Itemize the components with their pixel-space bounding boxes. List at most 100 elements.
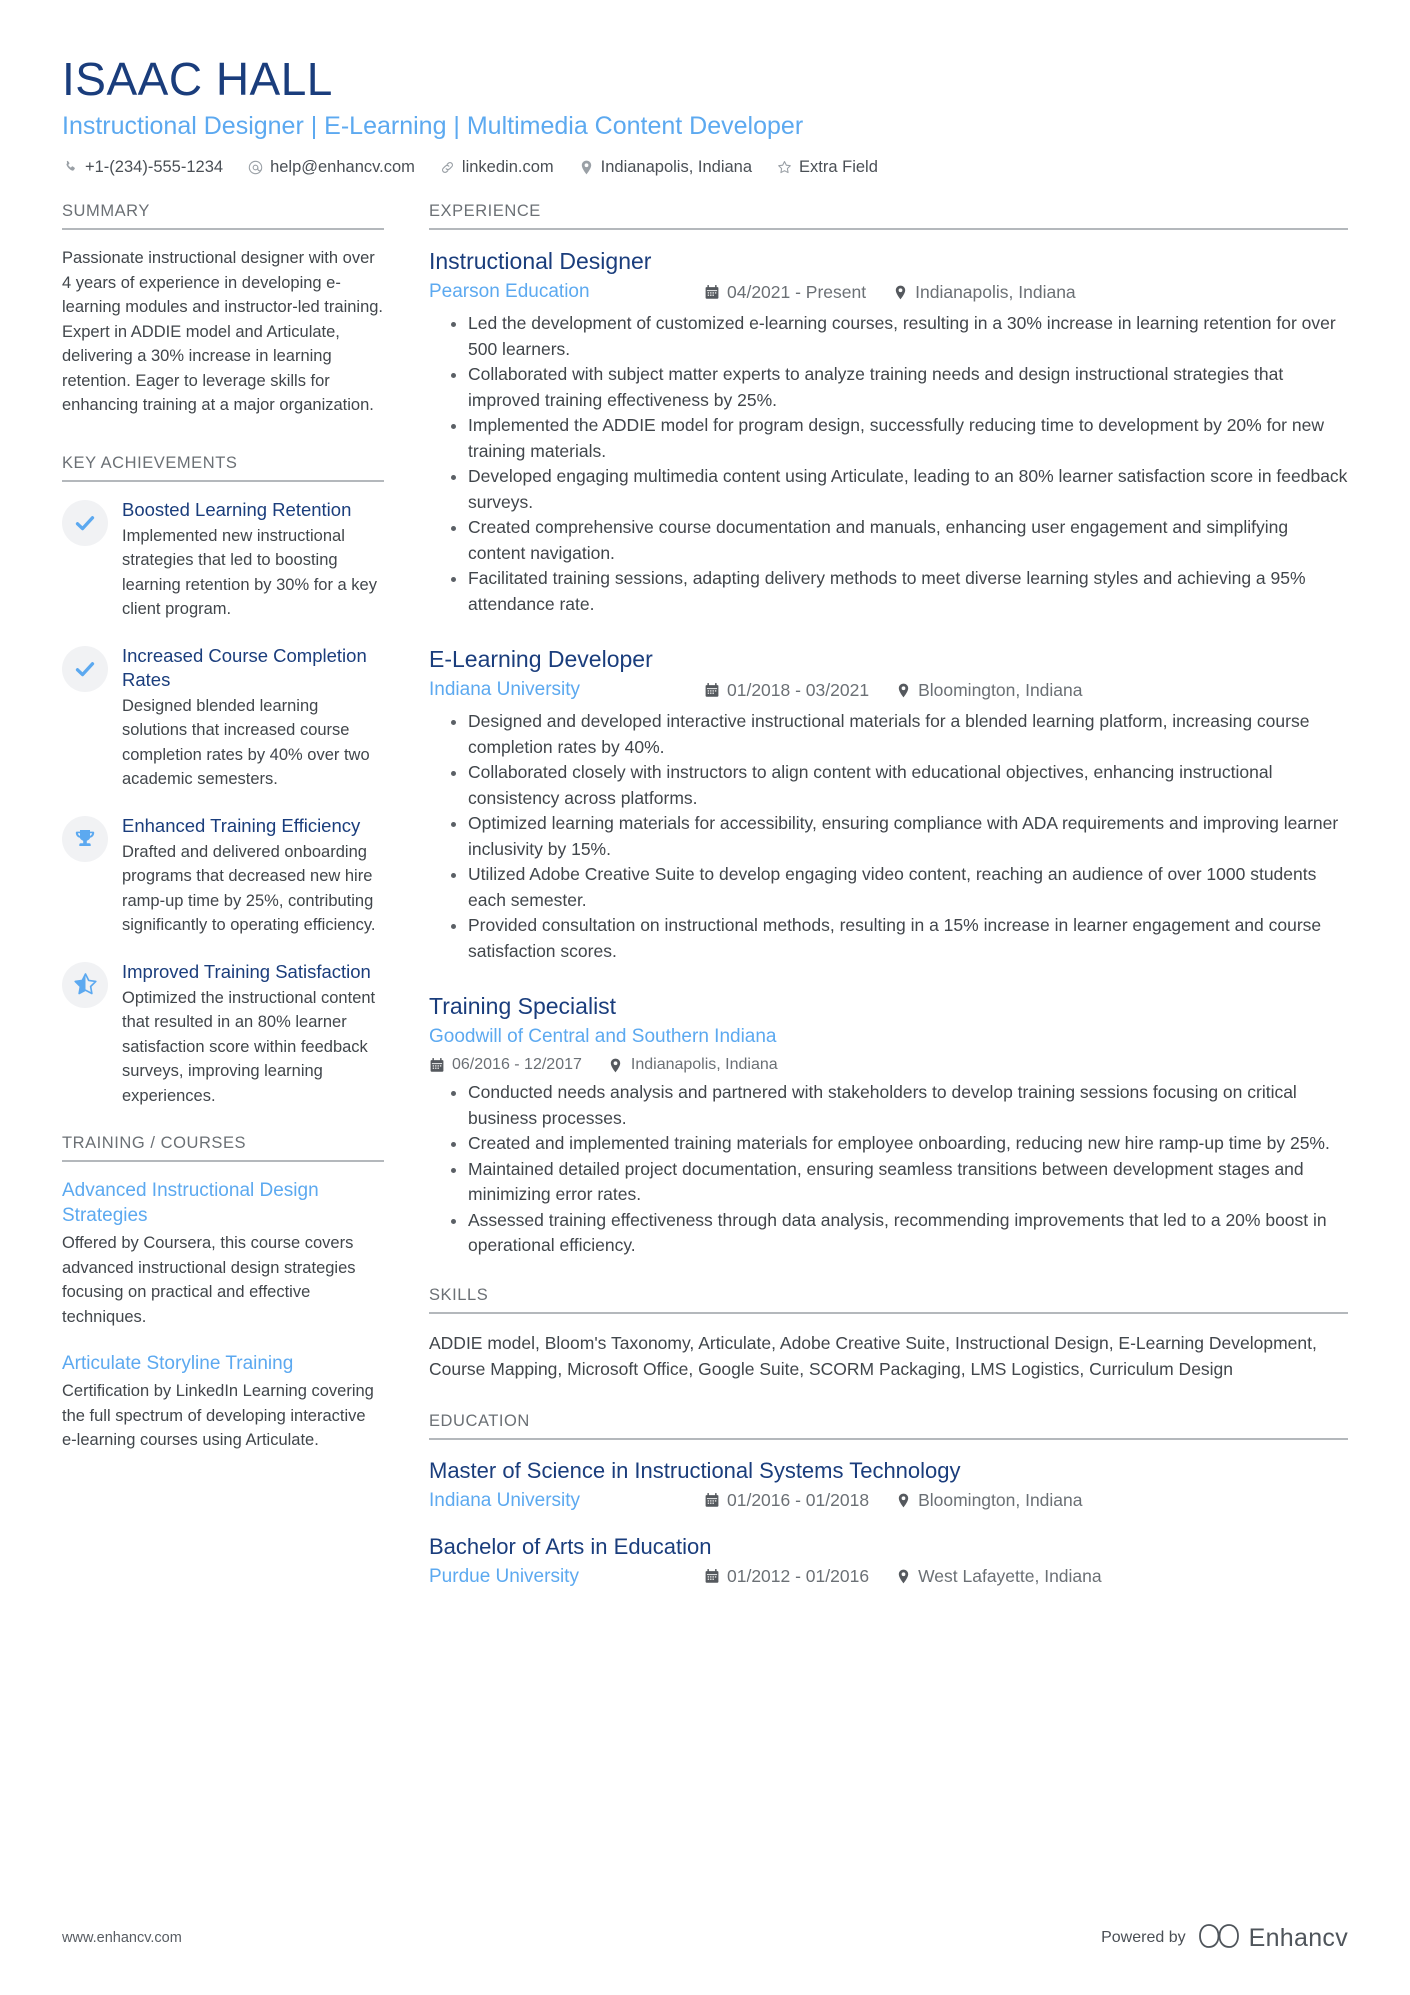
footer-site-url[interactable]: www.enhancv.com bbox=[62, 1930, 182, 1946]
contact-item-link[interactable]: linkedin.com bbox=[439, 156, 554, 178]
contact-item-star[interactable]: Extra Field bbox=[776, 156, 878, 178]
location-chip: Bloomington, Indiana bbox=[895, 678, 1083, 703]
achievement-description: Designed blended learning solutions that… bbox=[122, 696, 370, 789]
achievement-title: Improved Training Satisfaction bbox=[122, 960, 371, 982]
email-icon bbox=[247, 159, 264, 176]
location-chip: Bloomington, Indiana bbox=[895, 1488, 1083, 1513]
experience-item: E-Learning Developer Indiana University 01… bbox=[429, 644, 1348, 964]
achievement-description: Optimized the instructional content that… bbox=[122, 988, 376, 1105]
contact-item-phone[interactable]: +1-(234)-555-1234 bbox=[62, 156, 223, 178]
job-bullet: Utilized Adobe Creative Suite to develop… bbox=[451, 862, 1348, 913]
link-icon bbox=[439, 159, 456, 176]
job-company: Pearson Education bbox=[429, 281, 590, 302]
job-bullet: Provided consultation on instructional m… bbox=[451, 913, 1348, 964]
location-pin-icon bbox=[892, 284, 908, 301]
education-item: Bachelor of Arts in Education Purdue Univ… bbox=[429, 1532, 1348, 1590]
date-range-chip: 01/2012 - 01/2016 bbox=[704, 1564, 869, 1589]
contact-row: +1-(234)-555-1234 help@enhancv.com linkedi… bbox=[62, 156, 1348, 178]
training-description: Offered by Coursera, this course covers … bbox=[62, 1234, 356, 1326]
resume-columns: SUMMARY Passionate instructional designe… bbox=[62, 202, 1348, 1608]
check-icon bbox=[62, 499, 108, 546]
section-title-key-achievements: KEY ACHIEVEMENTS bbox=[62, 454, 384, 482]
job-bullet: Facilitated training sessions, adapting … bbox=[451, 566, 1348, 617]
achievement-title: Enhanced Training Efficiency bbox=[122, 814, 361, 836]
achievement-body: Increased Course Completion Rates Designe… bbox=[122, 644, 384, 792]
education-degree: Master of Science in Instructional Syste… bbox=[429, 1457, 961, 1483]
contact-text: Extra Field bbox=[799, 158, 878, 176]
achievement-item: Enhanced Training Efficiency Drafted and … bbox=[62, 814, 384, 938]
calendar-icon bbox=[704, 682, 720, 699]
location-pin-icon bbox=[578, 159, 595, 176]
achievement-description: Implemented new instructional strategies… bbox=[122, 526, 377, 619]
achievement-item: Increased Course Completion Rates Designe… bbox=[62, 644, 384, 792]
job-meta-row: 06/2016 - 12/2017 Indianapolis, Indiana bbox=[429, 1056, 1348, 1074]
sidebar-column: SUMMARY Passionate instructional designe… bbox=[62, 202, 384, 1475]
job-bullet: Maintained detailed project documentatio… bbox=[451, 1157, 1348, 1208]
location-text: Indianapolis, Indiana bbox=[630, 1056, 778, 1073]
contact-text: help@enhancv.com bbox=[270, 158, 415, 176]
job-bullet-list: Led the development of customized e-lear… bbox=[429, 311, 1348, 617]
contact-text: +1-(234)-555-1234 bbox=[85, 158, 224, 176]
candidate-headline: Instructional Designer | E-Learning | Mu… bbox=[62, 112, 804, 140]
star-icon bbox=[776, 159, 793, 176]
date-range-chip: 01/2016 - 01/2018 bbox=[704, 1488, 869, 1513]
section-skills: SKILLS ADDIE model, Bloom's Taxonomy, Ar… bbox=[429, 1286, 1348, 1382]
achievement-body: Boosted Learning Retention Implemented ne… bbox=[122, 498, 384, 622]
job-bullet: Designed and developed interactive instr… bbox=[451, 709, 1348, 760]
education-school: Indiana University bbox=[429, 1489, 581, 1511]
powered-by-label: Powered by bbox=[1101, 1929, 1186, 1946]
education-meta-row: Purdue University 01/2012 - 01/2016 West L… bbox=[429, 1564, 1348, 1590]
training-item: Articulate Storyline Training Certificati… bbox=[62, 1351, 384, 1453]
check-icon bbox=[62, 645, 108, 692]
job-title: E-Learning Developer bbox=[429, 646, 653, 672]
job-company: Goodwill of Central and Southern Indiana bbox=[429, 1026, 777, 1047]
trophy-icon bbox=[62, 815, 108, 862]
date-range-chip: 04/2021 - Present bbox=[704, 280, 866, 305]
achievement-title: Boosted Learning Retention bbox=[122, 498, 352, 520]
section-education: EDUCATION Master of Science in Instructi… bbox=[429, 1412, 1348, 1590]
education-school: Purdue University bbox=[429, 1565, 579, 1587]
job-bullet: Conducted needs analysis and partnered w… bbox=[451, 1080, 1348, 1131]
job-bullet: Developed engaging multimedia content us… bbox=[451, 464, 1348, 515]
section-title-skills: SKILLS bbox=[429, 1286, 1348, 1314]
date-range-text: 01/2012 - 01/2016 bbox=[727, 1566, 870, 1586]
page-footer: www.enhancv.com Powered by Enhancv bbox=[62, 1923, 1348, 1953]
job-bullet: Created comprehensive course documentati… bbox=[451, 515, 1348, 566]
job-bullet: Collaborated closely with instructors to… bbox=[451, 760, 1348, 811]
training-title: Advanced Instructional Design Strategies bbox=[62, 1180, 319, 1226]
phone-icon bbox=[62, 159, 79, 176]
experience-item: Instructional Designer Pearson Education 0… bbox=[429, 246, 1348, 617]
job-company-row: Goodwill of Central and Southern Indiana bbox=[429, 1024, 1348, 1050]
training-list: Advanced Instructional Design Strategies… bbox=[62, 1178, 384, 1453]
date-range-chip: 06/2016 - 12/2017 bbox=[429, 1056, 582, 1074]
location-text: Indianapolis, Indiana bbox=[915, 281, 1076, 302]
date-range-text: 04/2021 - Present bbox=[727, 281, 867, 302]
contact-text: linkedin.com bbox=[461, 158, 554, 176]
job-bullet: Assessed training effectiveness through … bbox=[451, 1208, 1348, 1259]
footer-branding: Powered by Enhancv bbox=[1101, 1923, 1348, 1953]
education-list: Master of Science in Instructional Syste… bbox=[429, 1456, 1348, 1590]
job-bullet: Implemented the ADDIE model for program … bbox=[451, 413, 1348, 464]
job-meta-row: Pearson Education 04/2021 - Present Indian… bbox=[429, 279, 1348, 305]
section-key-achievements: KEY ACHIEVEMENTS Boosted Learning Retent… bbox=[62, 454, 384, 1109]
section-title-education: EDUCATION bbox=[429, 1412, 1348, 1440]
calendar-icon bbox=[704, 1568, 720, 1585]
calendar-icon bbox=[429, 1057, 445, 1074]
location-pin-icon bbox=[895, 1568, 911, 1585]
contact-item-location-pin[interactable]: Indianapolis, Indiana bbox=[578, 156, 752, 178]
calendar-icon bbox=[704, 284, 720, 301]
training-title: Articulate Storyline Training bbox=[62, 1353, 294, 1374]
education-degree: Bachelor of Arts in Education bbox=[429, 1533, 712, 1559]
location-text: Bloomington, Indiana bbox=[918, 679, 1083, 700]
experience-item: Training Specialist Goodwill of Central a… bbox=[429, 991, 1348, 1259]
education-meta-row: Indiana University 01/2016 - 01/2018 Bloom… bbox=[429, 1488, 1348, 1514]
training-item: Advanced Instructional Design Strategies… bbox=[62, 1178, 384, 1329]
half-star-icon bbox=[62, 961, 108, 1008]
training-description: Certification by LinkedIn Learning cover… bbox=[62, 1382, 374, 1449]
job-company: Indiana University bbox=[429, 679, 581, 700]
location-text: West Lafayette, Indiana bbox=[918, 1566, 1102, 1586]
enhancv-logo: Enhancv bbox=[1198, 1923, 1348, 1953]
contact-item-email[interactable]: help@enhancv.com bbox=[247, 156, 415, 178]
achievement-description: Drafted and delivered onboarding program… bbox=[122, 842, 376, 935]
education-item: Master of Science in Instructional Syste… bbox=[429, 1456, 1348, 1514]
